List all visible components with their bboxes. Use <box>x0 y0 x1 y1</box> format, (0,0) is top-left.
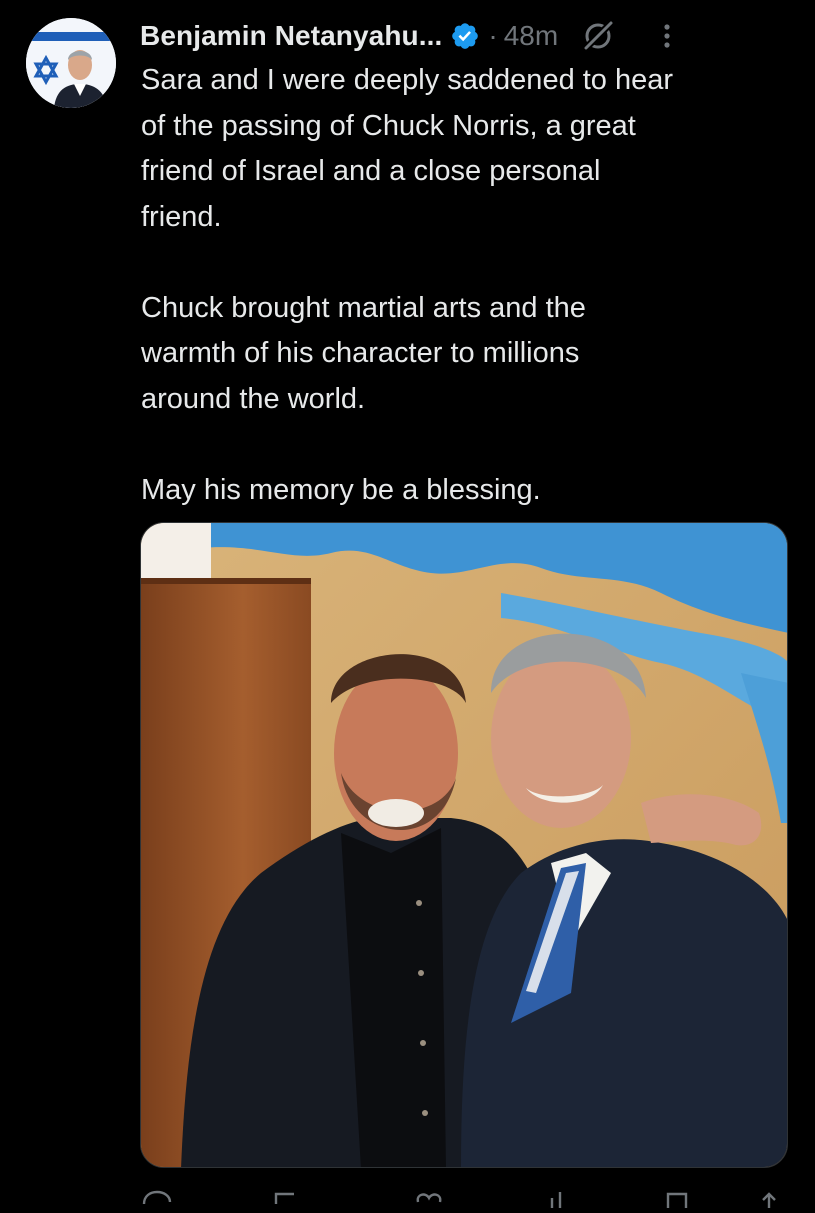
reply-icon[interactable] <box>140 1188 174 1208</box>
tweet-paragraph-3: May his memory be a blessing. <box>141 473 541 506</box>
tweet-text: Sara and I were deeply saddened to hear … <box>141 58 791 513</box>
header-separator: · <box>488 20 498 51</box>
repost-icon[interactable] <box>270 1188 304 1208</box>
tweet-header: Benjamin Netanyahu... · 48m <box>140 14 800 58</box>
bookmark-icon[interactable] <box>660 1188 694 1208</box>
tweet-paragraph-1: Sara and I were deeply saddened to hear … <box>141 64 674 233</box>
tweet-timestamp[interactable]: 48m <box>504 20 558 52</box>
tweet-paragraph-2: Chuck brought martial arts and the warmt… <box>141 291 586 415</box>
author-display-name[interactable]: Benjamin Netanyahu... <box>140 20 442 52</box>
author-avatar[interactable] <box>26 18 116 108</box>
grok-icon[interactable] <box>580 18 616 54</box>
verified-badge-icon[interactable] <box>450 21 480 51</box>
tweet-photo[interactable] <box>140 522 788 1168</box>
share-icon[interactable] <box>752 1188 786 1208</box>
more-options-icon[interactable] <box>660 21 674 51</box>
like-icon[interactable] <box>412 1188 446 1208</box>
tweet-action-bar <box>140 1188 790 1208</box>
views-icon[interactable] <box>540 1188 574 1208</box>
